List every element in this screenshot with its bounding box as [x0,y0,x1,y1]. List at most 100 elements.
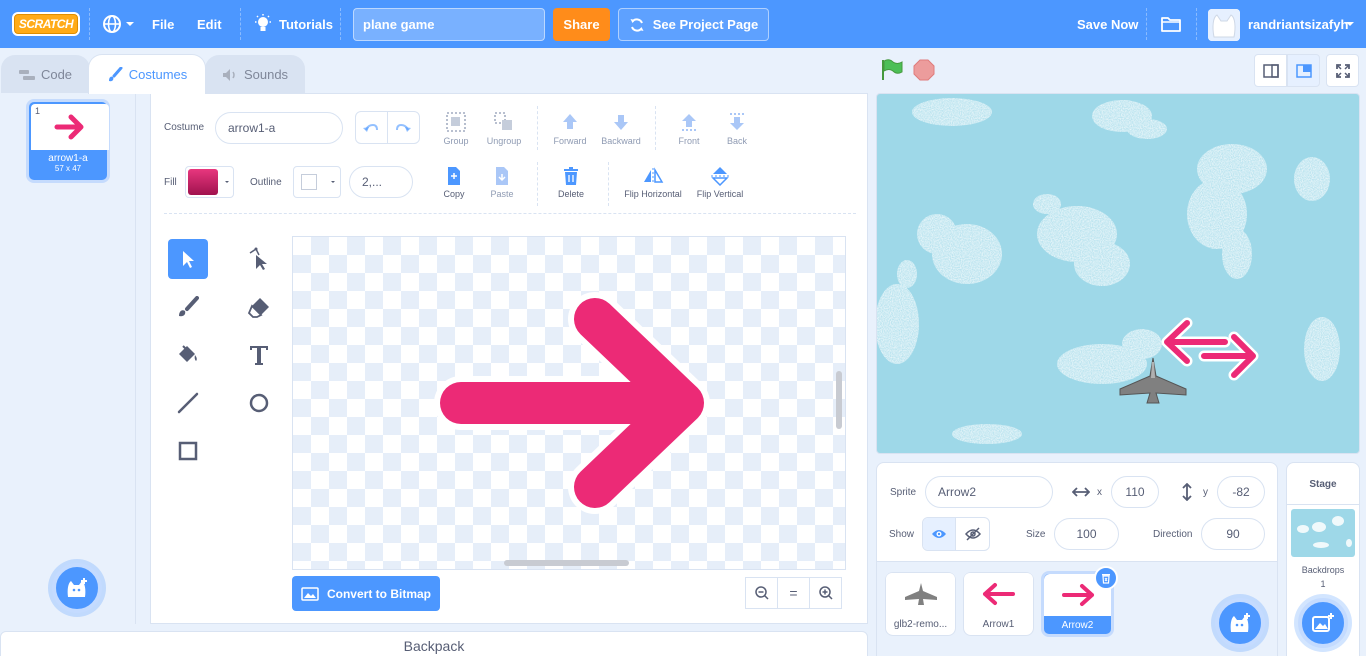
language-menu[interactable] [102,0,135,48]
fill-color-picker[interactable] [185,166,234,198]
sprite-tile[interactable]: glb2-remo... [885,572,956,636]
tab-costumes-label: Costumes [128,67,188,82]
tutorials-button[interactable]: Tutorials [254,0,333,48]
select-tool[interactable] [168,239,208,279]
fullscreen-icon [1335,63,1350,78]
zoom-reset-button[interactable]: = [777,577,810,609]
group-icon [446,112,466,132]
small-stage-button[interactable] [1254,54,1287,87]
eye-icon [932,530,946,538]
outline-color-picker[interactable] [293,166,341,198]
stage-backdrop-clouds [877,98,1340,444]
rectangle-tool[interactable] [168,431,208,471]
save-now-button[interactable]: Save Now [1077,0,1138,48]
toolbar-divider [608,162,609,206]
backdrop-clouds-thumb [1297,516,1352,548]
back-button[interactable]: Back [707,111,767,146]
file-menu[interactable]: File [152,0,174,48]
sprite-size-input[interactable]: 100 [1054,518,1119,550]
fill-swatch [188,169,218,195]
costume-list-scrollbar[interactable] [136,93,151,624]
scratch-logo[interactable]: SCRATCH [12,12,80,36]
speaker-icon [222,68,235,81]
zoom-out-button[interactable] [745,577,778,609]
copy-icon [448,167,460,185]
sprite-name: Arrow2 [1061,620,1094,631]
backpack[interactable]: Backpack [0,631,868,656]
green-flag-button[interactable] [880,58,904,85]
menu-divider [1196,8,1197,40]
show-visible-button[interactable] [923,518,957,550]
globe-icon [103,15,121,33]
large-stage-button[interactable] [1287,54,1320,87]
undo-button[interactable] [356,112,388,143]
reshape-icon [249,247,267,270]
sprite-y-input[interactable]: -82 [1217,476,1265,508]
paste-button[interactable]: Paste [472,166,532,199]
undo-icon [363,123,379,132]
tab-code[interactable]: Code [1,55,90,93]
redo-button[interactable] [388,112,419,143]
fill-tool[interactable] [168,335,208,375]
account-menu[interactable] [1345,0,1355,48]
text-tool[interactable] [239,335,279,375]
stop-button[interactable] [913,59,935,84]
backward-button[interactable]: Backward [591,111,651,146]
reshape-tool[interactable] [239,239,279,279]
tab-sounds[interactable]: Sounds [205,55,305,93]
sprite-direction-input[interactable]: 90 [1201,518,1265,550]
choose-backdrop-button[interactable] [1298,598,1348,648]
sprite-tile[interactable]: Arrow1 [963,572,1034,636]
flip-vertical-button[interactable]: Flip Vertical [690,166,750,199]
circle-tool[interactable] [239,383,279,423]
rectangle-icon [178,441,198,461]
back-icon [730,113,744,130]
tab-costumes[interactable]: Costumes [88,54,206,94]
line-tool[interactable] [168,383,208,423]
undo-redo-group [355,111,420,144]
my-stuff-button[interactable] [1160,0,1182,48]
fullscreen-button[interactable] [1326,54,1359,87]
edit-menu[interactable]: Edit [197,0,222,48]
tutorials-label: Tutorials [279,16,333,32]
paste-label: Paste [490,189,514,199]
avatar[interactable] [1208,9,1240,41]
stage[interactable] [876,93,1360,454]
backdrops-count: 1 [1320,579,1326,589]
canvas-horizontal-scrollbar[interactable] [504,560,629,566]
see-project-page-button[interactable]: See Project Page [618,8,769,41]
eraser-tool[interactable] [239,287,279,327]
sprite-name-input[interactable]: Arrow2 [925,476,1053,508]
back-label: Back [726,136,747,146]
outline-width-input[interactable]: 2,... [349,166,413,198]
flip-horizontal-icon [644,167,664,184]
convert-to-bitmap-button[interactable]: Convert to Bitmap [292,576,440,611]
toolbar-divider [655,106,656,150]
sprite-x-input[interactable]: 110 [1111,476,1159,508]
chevron-down-icon [225,181,229,183]
username-label[interactable]: randriantsizafyh [1248,0,1348,48]
show-hidden-button[interactable] [956,518,989,550]
flip-vertical-icon [711,167,729,186]
paint-canvas[interactable] [292,236,846,570]
sprite-name: glb2-remo... [893,619,948,630]
costume-item[interactable]: 1 arrow1-a 57 x 47 [26,99,110,183]
brush-tool[interactable] [168,287,208,327]
canvas-vertical-scrollbar[interactable] [836,371,842,429]
costume-name-input[interactable]: arrow1-a [215,112,343,144]
costume-name-label: Costume [164,122,205,133]
project-title-input[interactable]: plane game [353,8,545,41]
fill-label: Fill [164,177,177,188]
share-button[interactable]: Share [553,8,610,41]
ungroup-icon [494,112,512,130]
refresh-icon [630,17,644,32]
delete-button[interactable]: Delete [541,166,601,199]
delete-sprite-button[interactable] [1094,566,1118,590]
choose-sprite-button[interactable] [1215,598,1265,648]
ungroup-button[interactable]: Ungroup [474,111,534,146]
flip-horizontal-button[interactable]: Flip Horizontal [616,166,690,199]
zoom-in-button[interactable] [809,577,842,609]
choose-costume-button[interactable] [52,563,102,613]
eraser-icon [247,298,269,318]
arrow-right-icon [54,114,84,140]
